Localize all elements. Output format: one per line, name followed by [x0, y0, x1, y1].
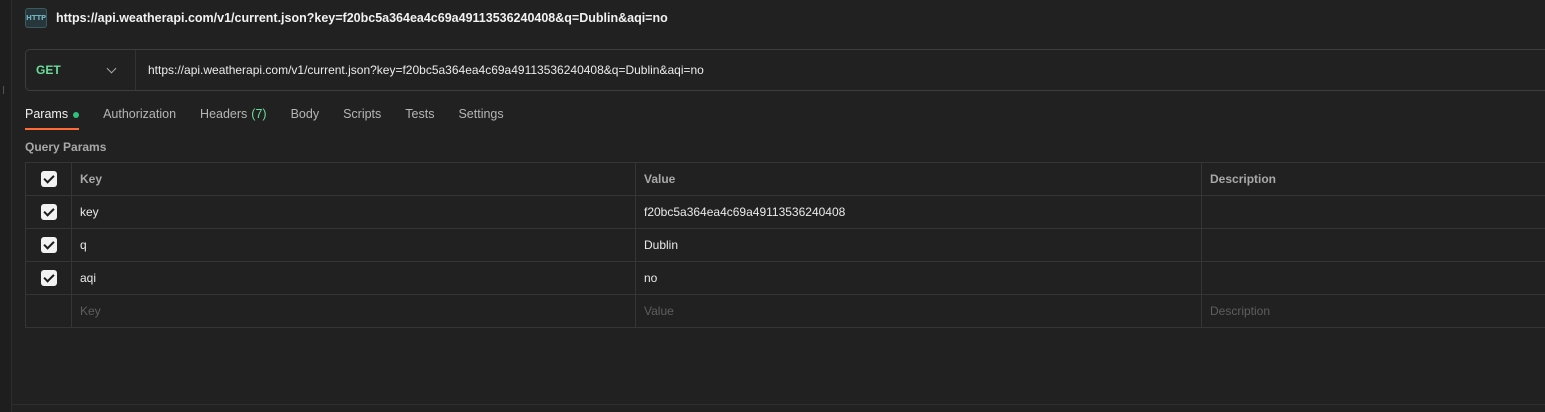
headers-count: (7): [251, 107, 267, 121]
param-key[interactable]: aqi: [71, 261, 636, 295]
column-header-key: Key: [71, 162, 636, 196]
tab-scripts[interactable]: Scripts: [343, 104, 381, 130]
url-bar: GET: [25, 49, 1545, 91]
request-tabs: Params Authorization Headers (7) Body Sc…: [25, 104, 528, 130]
table-row: q Dublin: [25, 228, 1545, 262]
request-title-bar: HTTP https://api.weatherapi.com/v1/curre…: [12, 0, 1545, 36]
param-description[interactable]: [1201, 228, 1545, 262]
tab-headers-label: Headers: [200, 107, 248, 121]
tab-authorization-label: Authorization: [103, 107, 177, 121]
resize-handle[interactable]: [3, 86, 6, 94]
query-params-table: Key Value Description key f20bc5a364ea4c…: [25, 162, 1545, 328]
table-row: key f20bc5a364ea4c69a49113536240408: [25, 195, 1545, 229]
tab-authorization[interactable]: Authorization: [103, 104, 176, 130]
tab-settings[interactable]: Settings: [458, 104, 503, 130]
param-value[interactable]: f20bc5a364ea4c69a49113536240408: [635, 195, 1202, 229]
column-header-value: Value: [635, 162, 1202, 196]
param-description[interactable]: [1201, 261, 1545, 295]
row-checkbox[interactable]: [40, 204, 57, 220]
new-value-input[interactable]: Value: [635, 294, 1202, 328]
http-icon: HTTP: [25, 8, 47, 28]
new-param-row: Key Value Description: [25, 294, 1545, 328]
column-header-description: Description: [1201, 162, 1545, 196]
new-description-input[interactable]: Description: [1201, 294, 1545, 328]
row-checkbox-cell: [25, 195, 72, 229]
method-selector[interactable]: GET: [26, 50, 136, 90]
param-value[interactable]: Dublin: [635, 228, 1202, 262]
row-checkbox[interactable]: [40, 270, 57, 286]
left-panel-edge[interactable]: [0, 0, 12, 412]
tab-headers[interactable]: Headers (7): [200, 104, 267, 130]
panel-divider: [12, 404, 1545, 405]
tab-tests-label: Tests: [405, 107, 435, 121]
tab-scripts-label: Scripts: [343, 107, 382, 121]
row-checkbox-cell: [25, 261, 72, 295]
param-key[interactable]: q: [71, 228, 636, 262]
params-active-dot: [73, 112, 80, 118]
select-all-checkbox[interactable]: [40, 171, 57, 187]
row-checkbox-cell: [25, 228, 72, 262]
method-label: GET: [36, 63, 61, 77]
select-all-cell: [25, 162, 72, 196]
tab-body[interactable]: Body: [291, 104, 320, 130]
request-title[interactable]: https://api.weatherapi.com/v1/current.js…: [56, 11, 668, 25]
tab-settings-label: Settings: [458, 107, 504, 121]
new-key-input[interactable]: Key: [71, 294, 636, 328]
table-header-row: Key Value Description: [25, 162, 1545, 196]
query-params-label: Query Params: [25, 140, 107, 154]
chevron-down-icon: [106, 63, 117, 73]
table-row: aqi no: [25, 261, 1545, 295]
tab-tests[interactable]: Tests: [405, 104, 434, 130]
new-row-checkbox-cell: [25, 294, 72, 328]
param-key[interactable]: key: [71, 195, 636, 229]
row-checkbox[interactable]: [40, 237, 57, 253]
tab-body-label: Body: [290, 107, 320, 121]
tab-params[interactable]: Params: [25, 104, 80, 130]
tab-params-label: Params: [25, 107, 69, 121]
param-value[interactable]: no: [635, 261, 1202, 295]
url-input[interactable]: [148, 63, 1448, 77]
param-description[interactable]: [1201, 195, 1545, 229]
